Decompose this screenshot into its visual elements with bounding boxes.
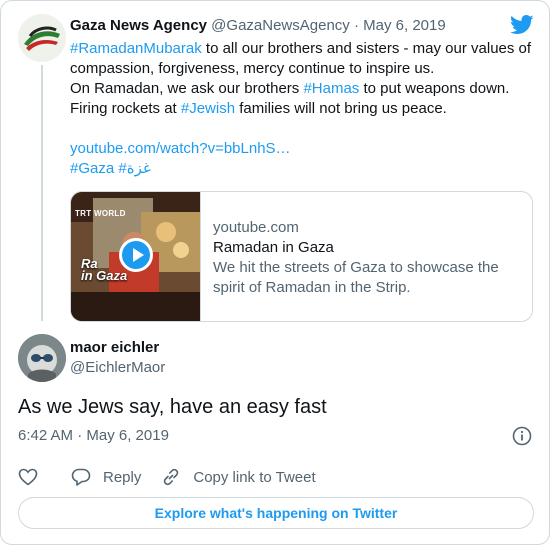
- reply-label: Reply: [103, 468, 142, 486]
- parent-text-line-2: compassion, forgiveness, mercy continue …: [70, 60, 435, 77]
- tweet-author-handle[interactable]: @EichlerMaor: [70, 358, 165, 378]
- thread-connector-line: [41, 65, 43, 321]
- tweet-embed-card: Gaza News Agency @GazaNewsAgency · May 6…: [0, 0, 550, 545]
- parent-tweet-text: #RamadanMubarak to all our brothers and …: [70, 39, 540, 179]
- parent-text-line-3-pre: On Ramadan, we ask our brothers: [70, 80, 304, 97]
- link-card-domain: youtube.com: [213, 219, 299, 236]
- link-card-title: Ramadan in Gaza: [213, 239, 334, 256]
- parent-tweet-header: Gaza News Agency @GazaNewsAgency · May 6…: [70, 16, 446, 36]
- tweet-text: As we Jews say, have an easy fast: [18, 396, 327, 418]
- heart-icon: [18, 468, 38, 486]
- gaza-news-avatar[interactable]: [18, 14, 66, 62]
- like-button[interactable]: [18, 467, 38, 487]
- parent-text-line-1-rest: to all our brothers and sisters - may ou…: [201, 40, 532, 57]
- parent-text-line-3-post: to put weapons down.: [359, 80, 510, 97]
- tweet-timestamp[interactable]: 6:42 AM · May 6, 2019: [18, 426, 169, 446]
- thumbnail-title-line-2: in Gaza: [81, 268, 128, 283]
- hashtag-hamas[interactable]: #Hamas: [303, 80, 359, 97]
- thumbnail-brand-text: TRT WORLD: [75, 209, 126, 218]
- parent-author-handle[interactable]: @GazaNewsAgency: [211, 17, 350, 34]
- info-icon[interactable]: [512, 426, 532, 446]
- reply-button[interactable]: Reply: [71, 467, 141, 487]
- parent-author-name[interactable]: Gaza News Agency: [70, 17, 207, 34]
- twitter-bird-icon[interactable]: [510, 15, 534, 35]
- link-card-description: We hit the streets of Gaza to showcase t…: [213, 259, 499, 296]
- copy-link-button[interactable]: Copy link to Tweet: [161, 467, 316, 487]
- link-card-text: youtube.com Ramadan in Gaza We hit the s…: [213, 218, 523, 298]
- hashtag-gaza-links[interactable]: #Gaza #غزة: [70, 159, 540, 179]
- tweet-actions-bar: Reply Copy link to Tweet: [18, 466, 336, 488]
- hashtag-jewish[interactable]: #Jewish: [181, 100, 235, 117]
- copy-link-label: Copy link to Tweet: [193, 468, 316, 486]
- parent-text-line-3: On Ramadan, we ask our brothers #Hamas t…: [70, 79, 540, 99]
- parent-text-line-4: Firing rockets at #Jewish families will …: [70, 99, 540, 119]
- reply-icon: [71, 468, 91, 486]
- maor-eichler-avatar[interactable]: [18, 334, 66, 382]
- parent-text-line-4-pre: Firing rockets at: [70, 100, 181, 117]
- parent-text-line-4-post: families will not bring us peace.: [235, 100, 447, 117]
- hashtag-ramadanmubarak[interactable]: #RamadanMubarak: [70, 40, 202, 57]
- youtube-link-card[interactable]: TRT WORLD Ra in Gaza youtube.com Ramadan …: [70, 191, 533, 322]
- parent-text-line-1: #RamadanMubarak to all our brothers and …: [70, 39, 540, 59]
- parent-tweet-date[interactable]: May 6, 2019: [363, 17, 446, 34]
- link-icon: [164, 468, 179, 486]
- play-icon[interactable]: [119, 238, 153, 272]
- video-thumbnail[interactable]: TRT WORLD Ra in Gaza: [71, 192, 201, 321]
- explore-twitter-button[interactable]: Explore what's happening on Twitter: [18, 497, 534, 529]
- meta-separator: ·: [353, 17, 359, 34]
- tweet-author-name[interactable]: maor eichler: [70, 338, 159, 358]
- youtube-url-link[interactable]: youtube.com/watch?v=bbLnhS…: [70, 139, 540, 159]
